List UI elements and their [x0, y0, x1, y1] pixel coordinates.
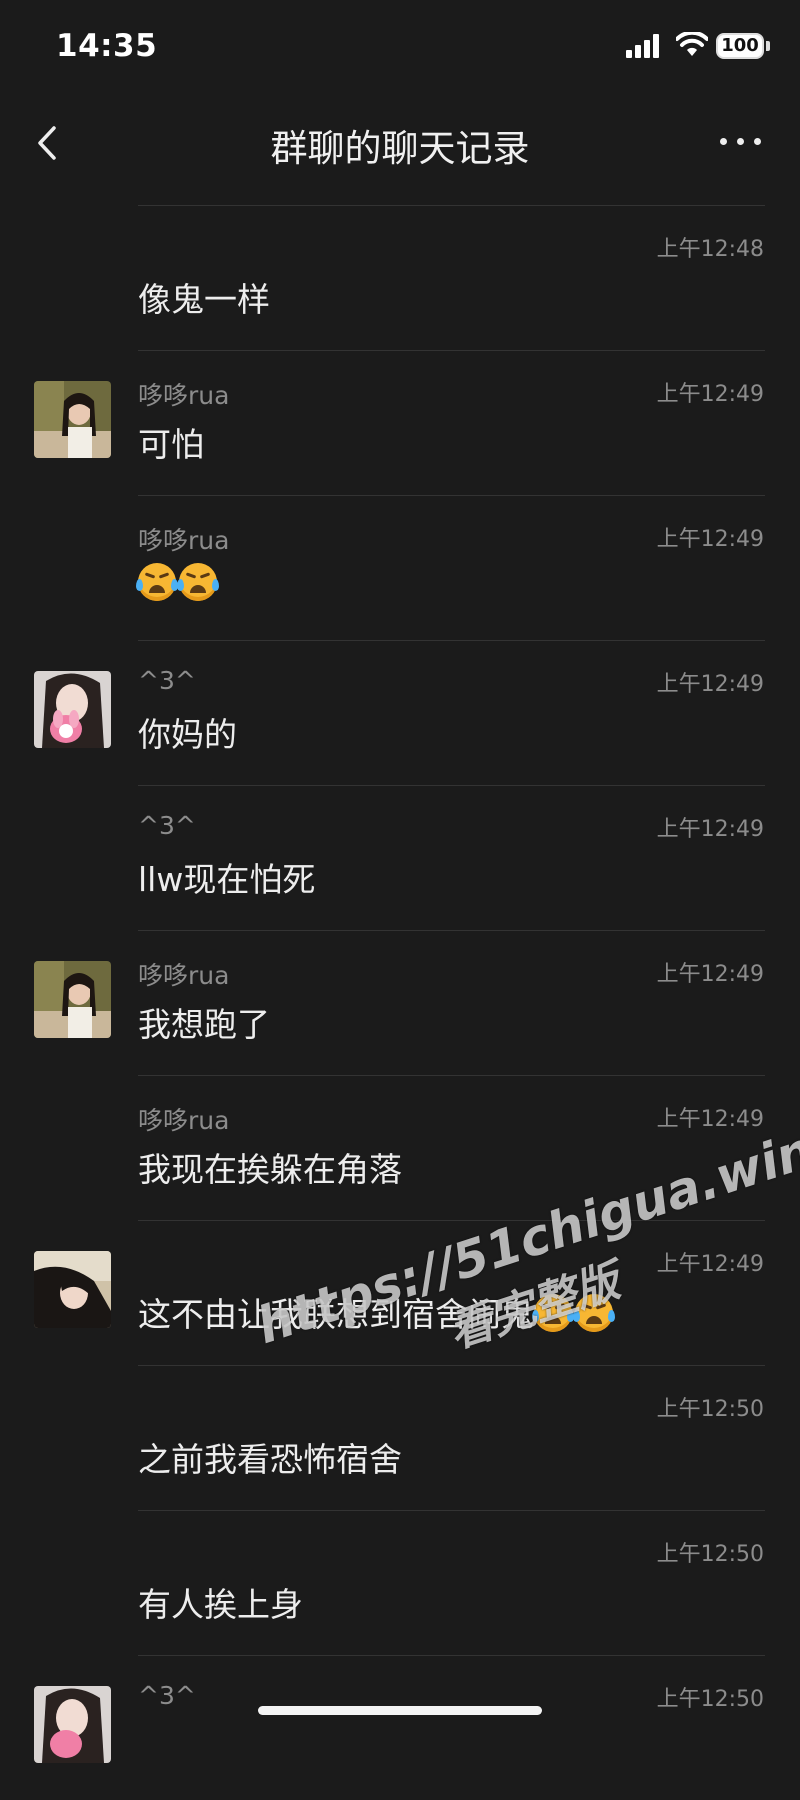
- message-text: 你妈的: [138, 715, 237, 754]
- list-item: ^3^ 上午12:50: [0, 1655, 800, 1800]
- separator: [138, 495, 765, 496]
- separator: [138, 1510, 765, 1511]
- avatar[interactable]: [34, 1686, 111, 1763]
- separator: [138, 785, 765, 786]
- message-time: 上午12:49: [656, 527, 764, 552]
- message-time: 上午12:49: [656, 1107, 764, 1132]
- list-item: 哆哆rua 上午12:49 可怕: [0, 350, 800, 495]
- list-item: 上午12:50 有人挨上身: [0, 1510, 800, 1655]
- message-text: 之前我看恐怖宿舍: [138, 1440, 402, 1479]
- message-time: 上午12:50: [656, 1687, 764, 1712]
- separator: [138, 350, 765, 351]
- message-time: 上午12:49: [656, 817, 764, 842]
- message-time: 上午12:50: [656, 1397, 764, 1422]
- message-text: 我想跑了: [138, 1005, 270, 1044]
- list-item: ^3^ 上午12:49 你妈的: [0, 640, 800, 785]
- list-item: 上午12:48 像鬼一样: [0, 205, 800, 350]
- avatar[interactable]: [34, 671, 111, 748]
- battery-tip: [766, 41, 770, 51]
- separator: [138, 1655, 765, 1656]
- more-options-icon[interactable]: [716, 128, 766, 156]
- avatar[interactable]: [34, 381, 111, 458]
- separator: [138, 1365, 765, 1366]
- message-time: 上午12:50: [656, 1542, 764, 1567]
- sender-name: ^3^: [138, 666, 196, 695]
- sender-name: 哆哆rua: [138, 381, 230, 410]
- message-text: 有人挨上身: [138, 1585, 303, 1624]
- message-text: llw现在怕死: [138, 860, 316, 899]
- sender-name: 哆哆rua: [138, 1106, 230, 1135]
- separator: [138, 1075, 765, 1076]
- message-text: 可怕: [138, 425, 204, 464]
- page-title: 群聊的聊天记录: [270, 127, 530, 170]
- avatar[interactable]: [34, 1251, 111, 1328]
- list-item: 哆哆rua 上午12:49 我想跑了: [0, 930, 800, 1075]
- separator: [138, 640, 765, 641]
- message-text: 像鬼一样: [138, 280, 270, 319]
- sender-name: ^3^: [138, 1681, 196, 1710]
- message-time: 上午12:49: [656, 962, 764, 987]
- sender-name: 哆哆rua: [138, 526, 230, 555]
- message-text: 我现在挨躲在角落: [138, 1150, 402, 1189]
- list-item: ^3^ 上午12:49 llw现在怕死: [0, 785, 800, 930]
- separator: [138, 205, 765, 206]
- list-item: 哆哆rua 上午12:49: [0, 495, 800, 640]
- sender-name: 哆哆rua: [138, 961, 230, 990]
- sender-name: ^3^: [138, 811, 196, 840]
- avatar[interactable]: [34, 961, 111, 1038]
- battery-indicator: 100: [716, 33, 764, 59]
- separator: [138, 930, 765, 931]
- status-bar: 14:35 100: [0, 0, 800, 100]
- message-text: [136, 563, 220, 603]
- crying-angry-face-icon: [136, 563, 178, 601]
- home-indicator[interactable]: [258, 1706, 542, 1715]
- wifi-icon: [676, 32, 708, 56]
- crying-angry-face-icon: [177, 563, 219, 601]
- message-time: 上午12:48: [656, 237, 764, 262]
- message-time: 上午12:49: [656, 382, 764, 407]
- nav-bar: 群聊的聊天记录: [0, 100, 800, 200]
- message-time: 上午12:49: [656, 672, 764, 697]
- status-time: 14:35: [56, 28, 158, 64]
- list-item: 上午12:50 之前我看恐怖宿舍: [0, 1365, 800, 1510]
- cellular-signal-icon: [626, 34, 659, 58]
